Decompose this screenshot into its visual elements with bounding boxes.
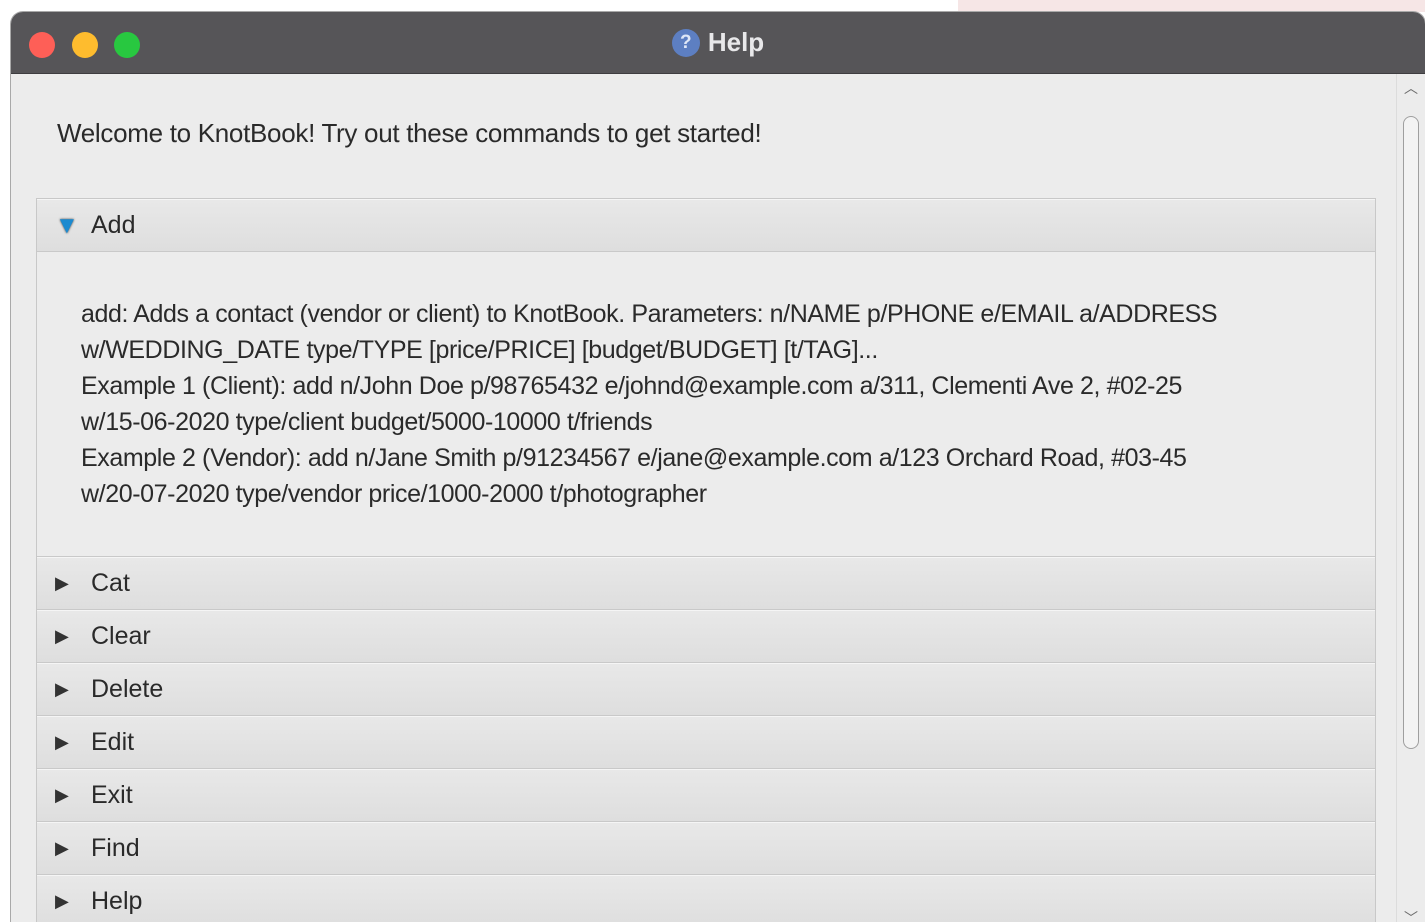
pane-header-edit[interactable]: ▶ Edit — [37, 716, 1375, 769]
pane-body-add: add: Adds a contact (vendor or client) t… — [37, 252, 1375, 557]
scroll-thumb[interactable] — [1403, 116, 1419, 749]
pane-title-find: Find — [91, 834, 140, 862]
pane-title-clear: Clear — [91, 622, 151, 650]
background-window-edge — [958, 0, 1425, 12]
vertical-scrollbar[interactable]: ︿ ﹀ — [1396, 74, 1425, 922]
pane-header-find[interactable]: ▶ Find — [37, 822, 1375, 875]
command-accordion: ▼ Add add: Adds a contact (vendor or cli… — [36, 198, 1376, 922]
help-window: ? Help Welcome to KnotBook! Try out thes… — [11, 12, 1425, 922]
expanded-arrow-icon: ▼ — [55, 211, 79, 239]
pane-header-exit[interactable]: ▶ Exit — [37, 769, 1375, 822]
help-content: Welcome to KnotBook! Try out these comma… — [11, 74, 1397, 922]
pane-header-cat[interactable]: ▶ Cat — [37, 557, 1375, 610]
pane-title-edit: Edit — [91, 728, 135, 756]
add-example-line: w/15-06-2020 type/client budget/5000-100… — [81, 408, 653, 436]
pane-title-add: Add — [91, 211, 136, 239]
pane-title-cat: Cat — [91, 569, 130, 597]
collapsed-arrow-icon: ▶ — [55, 626, 69, 646]
collapsed-arrow-icon: ▶ — [55, 838, 69, 858]
help-icon: ? — [671, 28, 700, 57]
pane-title-help: Help — [91, 887, 143, 915]
pane-header-help[interactable]: ▶ Help — [37, 875, 1375, 922]
add-description-line: w/WEDDING_DATE type/TYPE [price/PRICE] [… — [81, 336, 878, 364]
collapsed-arrow-icon: ▶ — [55, 785, 69, 805]
pane-title-delete: Delete — [91, 675, 164, 703]
add-example-line: Example 1 (Client): add n/John Doe p/987… — [81, 372, 1183, 400]
pane-header-clear[interactable]: ▶ Clear — [37, 610, 1375, 663]
collapsed-arrow-icon: ▶ — [55, 732, 69, 752]
title-container: ? Help — [11, 12, 1425, 73]
collapsed-arrow-icon: ▶ — [55, 679, 69, 699]
pane-title-exit: Exit — [91, 781, 133, 809]
add-example-line: w/20-07-2020 type/vendor price/1000-2000… — [81, 480, 707, 508]
welcome-message: Welcome to KnotBook! Try out these comma… — [57, 118, 762, 148]
scroll-down-icon[interactable]: ﹀ — [1397, 908, 1425, 922]
add-example-line: Example 2 (Vendor): add n/Jane Smith p/9… — [81, 444, 1187, 472]
add-description-line: add: Adds a contact (vendor or client) t… — [81, 300, 1218, 328]
title-bar[interactable]: ? Help — [11, 12, 1425, 74]
pane-header-delete[interactable]: ▶ Delete — [37, 663, 1375, 716]
collapsed-arrow-icon: ▶ — [55, 891, 69, 911]
window-title: Help — [707, 27, 765, 57]
collapsed-arrow-icon: ▶ — [55, 573, 69, 593]
pane-header-add[interactable]: ▼ Add — [37, 199, 1375, 252]
scroll-up-icon[interactable]: ︿ — [1397, 78, 1425, 98]
